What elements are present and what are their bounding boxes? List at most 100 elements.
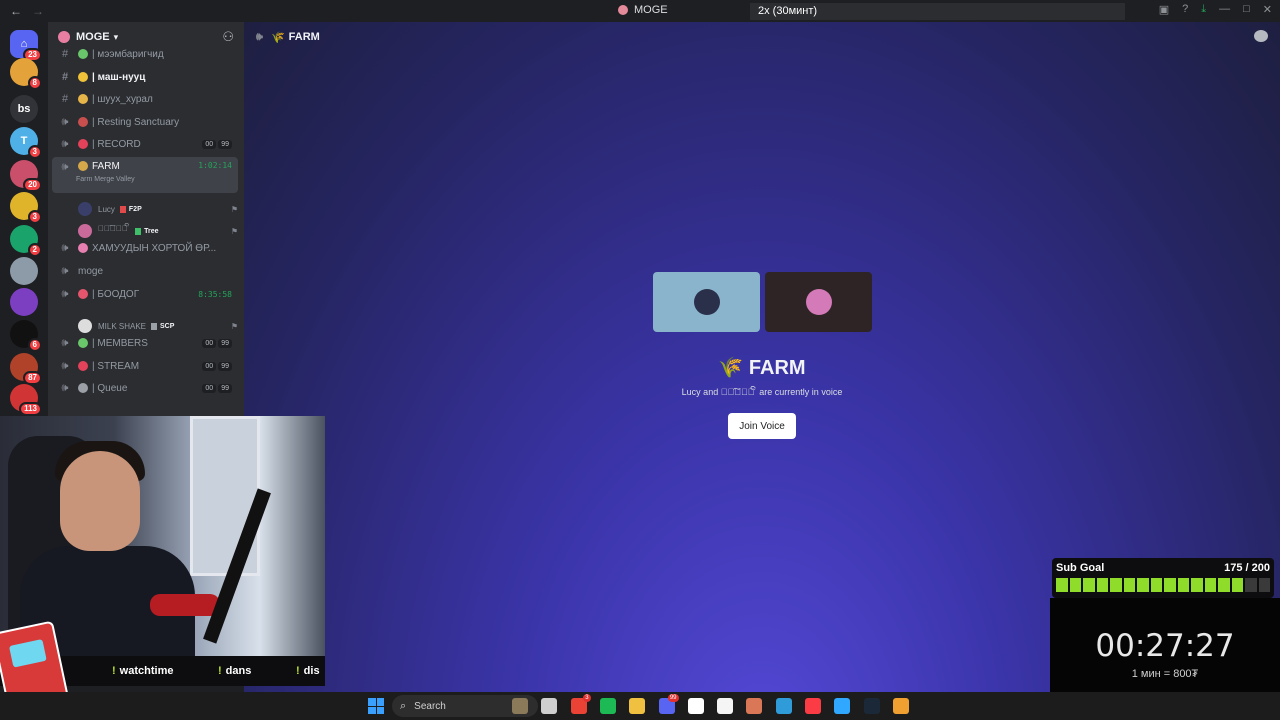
search-icon: ⌕ [400,699,407,712]
server-icon[interactable]: bs [10,95,38,123]
chrome-icon[interactable]: 3 [570,694,591,714]
edge-icon[interactable] [775,698,792,714]
steam-icon[interactable] [863,698,880,714]
channel-emoji-icon [78,72,88,82]
channel-item[interactable]: # | маш-нууц [52,67,238,87]
progress-segment [1096,578,1108,592]
join-voice-button[interactable]: Join Voice [728,413,796,439]
channel-item[interactable]: 🕪 ХАМУУДЫН ХОРТОЙ ӨР... [52,238,238,258]
speaker-icon: 🕪 [61,241,69,254]
server-icon[interactable]: 113 [10,384,42,416]
channel-name: FARM [92,161,120,172]
command-text: dans [225,665,252,677]
forward-arrow-icon[interactable]: → [32,4,44,18]
server-icon[interactable]: 2 [10,225,42,257]
spotify-icon[interactable] [599,698,616,714]
unread-badge: 20 [23,178,42,192]
voice-user[interactable]: ꦼꦁ͠ꦾꦺꦴ ꦼꦁ Tree ⚑ [78,222,238,240]
farm-emoji-icon: 🌾 [270,31,285,44]
back-arrow-icon[interactable]: ← [10,4,22,18]
settings-icon[interactable] [541,698,558,714]
channel-emoji-icon [78,94,88,104]
download-icon[interactable]: ⤓ [1201,3,1206,16]
user-name: ꦼꦁ͠ꦾꦺꦴ ꦼꦁ [98,224,131,233]
add-member-icon[interactable]: ⚇ [222,29,234,45]
music-icon[interactable] [805,698,821,714]
progress-segment [1123,578,1135,592]
user-limit: 00 99 [202,338,232,348]
app-badge: 99 [667,694,679,702]
notification-banner: 2x (30минт) [750,3,1125,20]
server-icon[interactable] [10,288,38,316]
sub-goal-widget: Sub Goal 175 / 200 [1052,558,1274,598]
sub-goal-label: Sub Goal [1056,562,1105,574]
limit-count: 00 [202,139,217,149]
maximize-icon[interactable]: □ [1243,3,1250,16]
windows-start-icon[interactable] [368,698,384,714]
voice-user[interactable]: MILK SHAKE SCP ⚑ [78,317,238,335]
help-icon[interactable]: ? [1182,3,1188,16]
channel-item[interactable]: 🕪 moge [52,261,238,281]
sub-goal-value: 175 / 200 [1224,562,1270,574]
photoshop-icon[interactable] [834,698,851,714]
chat-icon[interactable] [1254,30,1268,42]
channel-emoji-icon [78,161,88,171]
voice-user[interactable]: Lucy F2P ⚑ [78,200,238,218]
discord-icon[interactable]: 99 [658,694,679,714]
channel-item[interactable]: 🕪 FARM 1:02:14 Farm Merge Valley [52,157,238,193]
hash-icon: # [61,71,69,83]
channel-name: | Queue [92,382,128,394]
channel-name: moge [78,265,104,277]
user-name: Lucy [98,204,115,214]
search-label: Search [414,700,446,712]
channel-item[interactable]: 🕪 | БООДОГ 8:35:58 [52,284,238,304]
user-avatar [805,289,832,315]
progress-segment [1083,578,1095,592]
minimize-icon[interactable]: — [1219,3,1230,16]
speaker-icon: 🕪 [61,137,69,150]
server-icon[interactable]: T3 [10,127,42,159]
claude-icon[interactable] [746,698,763,714]
channel-item[interactable]: 🕪 | Resting Sanctuary [52,112,238,132]
server-icon[interactable]: 6 [10,320,42,352]
activity-icon: ⚑ [230,321,238,331]
progress-segment [1110,578,1122,592]
server-icon[interactable] [10,257,38,285]
streamer-head [60,451,140,551]
channel-item[interactable]: 🕪 | RECORD 00 99 [52,134,238,154]
voice-tile[interactable] [765,272,872,332]
unread-badge: 113 [19,402,42,416]
farm-emoji-icon: 🌾 [718,357,749,379]
server-icon[interactable]: 3 [10,192,42,224]
channel-name: | мээмбаригчид [92,48,164,60]
chrome-canary-icon[interactable] [892,698,909,714]
server-icon[interactable]: 20 [10,160,42,192]
photos-icon[interactable] [512,698,528,714]
progress-segment [1245,578,1257,592]
voice-timer: 8:35:58 [198,289,232,299]
channel-item[interactable]: 🕪 | STREAM 00 99 [52,356,238,376]
voice-subtitle: Lucy and ꦼꦁ͠ꦾꦺꦴ ꦼꦁ are currently in voic… [681,387,843,397]
channel-item[interactable]: 🕪 | Queue 00 99 [52,378,238,398]
speaker-icon: 🕪 [61,287,69,300]
progress-segment [1056,578,1068,592]
close-icon[interactable]: ✕ [1263,3,1272,16]
file-explorer-icon[interactable] [629,698,646,714]
server-icon[interactable]: 8 [10,58,42,90]
notion-icon[interactable] [717,698,734,714]
progress-segment [1218,578,1230,592]
inbox-icon[interactable]: ▣ [1159,3,1169,16]
command-text: dis [303,665,320,677]
capcut-icon[interactable] [687,698,704,714]
server-icon[interactable]: 87 [10,353,42,385]
channel-item[interactable]: 🕪 | MEMBERS 00 99 [52,333,238,353]
channel-item[interactable]: # | мээмбаригчид [52,44,238,64]
unread-badge: 6 [27,338,42,352]
voice-tile[interactable] [653,272,760,332]
microphone [150,594,220,616]
home-icon[interactable]: ⌂ 23 [10,30,42,62]
unread-badge: 3 [27,145,42,159]
webcam-overlay [0,416,325,656]
speaker-icon: 🕪 [256,30,263,43]
channel-item[interactable]: # | шуух_хурал [52,89,238,109]
